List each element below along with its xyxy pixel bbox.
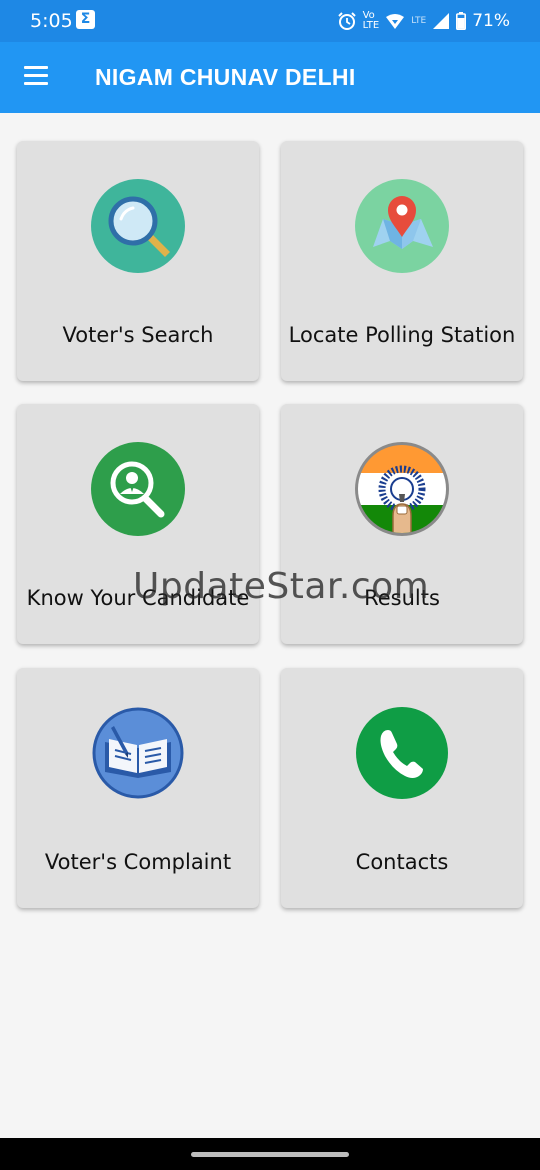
alarm-icon (337, 12, 356, 30)
indian-flag-vote-icon (355, 442, 449, 536)
status-icons: Vo LTE LTE 71% (337, 8, 510, 34)
navigation-bar (0, 1138, 540, 1170)
battery-percent: 71% (472, 11, 510, 31)
wifi-icon (386, 14, 405, 29)
battery-icon (456, 12, 467, 30)
card-results[interactable]: Results (281, 404, 523, 644)
card-know-your-candidate[interactable]: Know Your Candidate (17, 404, 259, 644)
card-label: Voter's Search (62, 323, 214, 347)
hamburger-menu-icon[interactable] (24, 66, 50, 86)
candidate-search-icon (91, 442, 185, 536)
magnifier-icon (91, 179, 185, 273)
card-locate-polling-station[interactable]: Locate Polling Station (281, 141, 523, 381)
watermark: UpdateStar.com (133, 566, 430, 607)
home-gesture-handle[interactable] (191, 1152, 349, 1157)
sigma-icon: Σ (76, 10, 95, 29)
card-label: Locate Polling Station (288, 323, 516, 347)
book-pen-icon (91, 706, 185, 800)
status-time: 5:05 (30, 10, 73, 32)
card-contacts[interactable]: Contacts (281, 668, 523, 908)
lte-label: LTE (411, 16, 427, 26)
volte-label: Vo LTE (362, 10, 380, 31)
card-voters-search[interactable]: Voter's Search (17, 141, 259, 381)
card-label: Voter's Complaint (44, 850, 232, 874)
phone-icon (355, 706, 449, 800)
card-voters-complaint[interactable]: Voter's Complaint (17, 668, 259, 908)
app-title: NIGAM CHUNAV DELHI (95, 64, 356, 90)
signal-icon (433, 13, 450, 29)
map-pin-icon (355, 179, 449, 273)
status-bar: 5:05 Σ Vo LTE LTE 71% (0, 0, 540, 42)
card-label: Contacts (355, 850, 449, 874)
app-bar: NIGAM CHUNAV DELHI (0, 42, 540, 113)
